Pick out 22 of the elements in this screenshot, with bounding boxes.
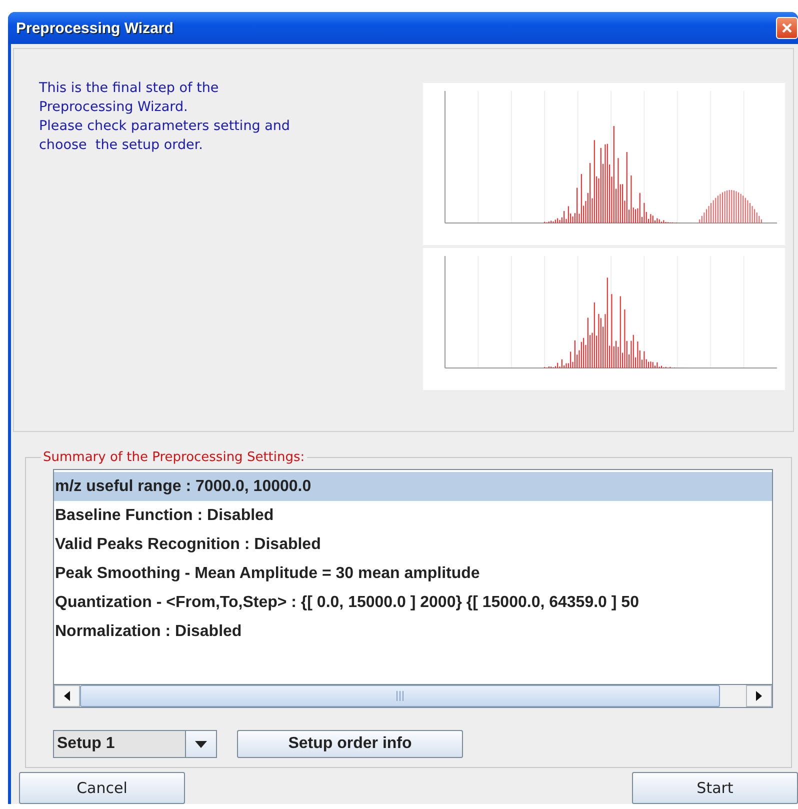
intro-text: choose the setup order. <box>39 136 204 155</box>
grip-icon <box>396 691 404 701</box>
list-item[interactable]: Quantization - <From,To,Step> : {[ 0.0, 15000.0 ] 2000} {[ 15000.0, 64359.0 ] 50 <box>54 588 772 617</box>
list-item[interactable]: m/z useful range : 7000.0, 10000.0 <box>54 472 772 501</box>
list-item[interactable]: Baseline Function : Disabled <box>54 501 772 530</box>
scroll-right-icon <box>755 691 763 701</box>
window-title: Preprocessing Wizard <box>16 20 174 36</box>
dialog-button[interactable]: Cancel <box>19 772 185 804</box>
dialog-button[interactable]: Start <box>632 772 798 804</box>
intro-text: This is the final step of the <box>39 79 220 98</box>
scroll-left-icon <box>63 691 71 701</box>
list-item[interactable]: Valid Peaks Recognition : Disabled <box>54 530 772 559</box>
close-icon <box>781 22 793 34</box>
caret-icon <box>195 740 207 748</box>
group-legend: Summary of the Preprocessing Settings: <box>41 450 307 465</box>
close-button[interactable] <box>776 17 798 39</box>
setup-dropdown[interactable]: Setup 1 <box>53 730 217 758</box>
list-item[interactable]: Normalization : Disabled <box>54 617 772 646</box>
setup-order-info-button[interactable]: Setup order info <box>237 730 463 758</box>
intro-text: Preprocessing Wizard. <box>39 98 189 117</box>
intro-text: Please check parameters setting and <box>39 117 290 136</box>
list-item[interactable]: Peak Smoothing - Mean Amplitude = 30 mean amplitude <box>54 559 772 588</box>
